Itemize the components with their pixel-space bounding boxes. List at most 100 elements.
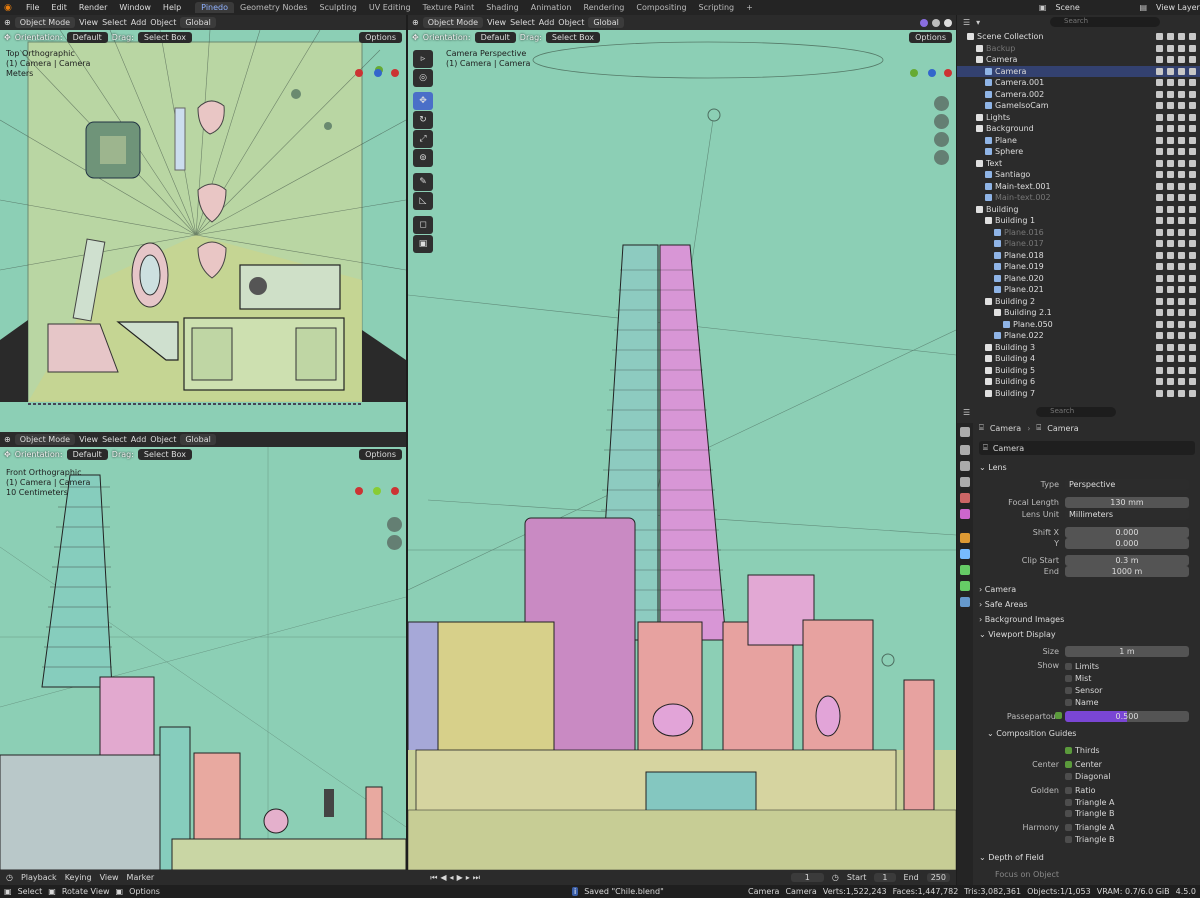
top-ortho-viewport[interactable]: ✥ Orientation: Default Drag: Select Box … — [0, 30, 406, 432]
playback-controls[interactable]: ⏮◀◂▶▸⏭ — [430, 873, 483, 883]
visibility-toggles[interactable] — [1156, 113, 1196, 121]
exclude-checkbox-icon[interactable] — [1156, 389, 1163, 397]
scene-selector[interactable]: Scene — [1049, 3, 1139, 12]
visibility-toggles[interactable] — [1156, 67, 1196, 75]
exclude-checkbox-icon[interactable] — [1156, 159, 1163, 167]
select-arrow-icon[interactable] — [1167, 263, 1174, 270]
eye-icon[interactable] — [1178, 33, 1185, 40]
golden-triangle-b-checkbox[interactable]: Triangle B — [1065, 809, 1114, 818]
visibility-toggles[interactable] — [1156, 228, 1196, 236]
select-arrow-icon[interactable] — [1167, 56, 1174, 63]
exclude-checkbox-icon[interactable] — [1156, 205, 1163, 213]
render-camera-icon[interactable] — [1189, 113, 1196, 121]
exclude-checkbox-icon[interactable] — [1156, 263, 1163, 270]
render-camera-icon[interactable] — [1189, 263, 1196, 270]
tab-geometry-nodes[interactable]: Geometry Nodes — [234, 2, 313, 13]
depth-of-field-panel-header[interactable]: ⌄ Depth of Field — [979, 853, 1044, 862]
passepartout-checkbox[interactable] — [1055, 712, 1062, 719]
harmony-triangle-b-checkbox[interactable]: Triangle B — [1065, 835, 1114, 844]
render-camera-icon[interactable] — [1189, 102, 1196, 109]
eye-icon[interactable] — [1178, 343, 1185, 351]
output-tab-icon[interactable] — [960, 461, 970, 471]
select-arrow-icon[interactable] — [1167, 148, 1174, 155]
select-arrow-icon[interactable] — [1167, 182, 1174, 190]
visibility-toggles[interactable] — [1156, 309, 1196, 316]
eye-icon[interactable] — [1178, 102, 1185, 109]
eye-icon[interactable] — [1178, 44, 1185, 52]
eye-icon[interactable] — [1178, 56, 1185, 63]
select-arrow-icon[interactable] — [1167, 378, 1174, 385]
shift-x-field[interactable]: 0.000 — [1065, 527, 1189, 538]
render-camera-icon[interactable] — [1189, 125, 1196, 132]
editor-type-icon[interactable]: ⊕ — [4, 18, 11, 27]
lens-panel-header[interactable]: ⌄ Lens — [979, 463, 1007, 472]
eye-icon[interactable] — [1178, 240, 1185, 247]
select-arrow-icon[interactable] — [1167, 79, 1174, 86]
timeline-view-menu[interactable]: View — [100, 873, 119, 882]
object-menu[interactable]: Object — [150, 18, 176, 27]
menu-window[interactable]: Window — [113, 3, 157, 12]
world-tab-icon[interactable] — [960, 509, 970, 519]
visibility-toggles[interactable] — [1156, 355, 1196, 362]
eye-icon[interactable] — [1178, 320, 1185, 328]
zoom-button[interactable] — [387, 517, 402, 532]
object-tab-icon[interactable] — [960, 533, 970, 543]
visibility-toggles[interactable] — [1156, 378, 1196, 385]
eye-icon[interactable] — [1178, 90, 1185, 98]
outliner-row[interactable]: Main-text.002 — [957, 192, 1200, 203]
select-arrow-icon[interactable] — [1167, 113, 1174, 121]
focal-length-field[interactable]: 130 mm — [1065, 497, 1189, 508]
visibility-toggles[interactable] — [1156, 90, 1196, 98]
shift-y-field[interactable]: 0.000 — [1065, 538, 1189, 549]
editor-type-icon[interactable]: ⊕ — [412, 18, 419, 27]
add-workspace-button[interactable]: + — [740, 2, 759, 13]
safe-areas-panel-header[interactable]: › Safe Areas — [979, 600, 1028, 609]
lens-unit-dropdown[interactable]: Millimeters — [1065, 509, 1189, 520]
select-menu[interactable]: Select — [102, 435, 127, 444]
outliner-row[interactable]: Plane.022 — [957, 330, 1200, 341]
visibility-toggles[interactable] — [1156, 125, 1196, 132]
golden-ratio-checkbox[interactable]: Ratio — [1065, 786, 1096, 795]
current-frame-field[interactable]: 1 — [790, 873, 824, 882]
tool-tab-icon[interactable] — [960, 427, 970, 437]
options-dropdown[interactable]: Options — [909, 31, 952, 43]
render-camera-icon[interactable] — [1189, 136, 1196, 144]
camera-tool[interactable]: ▣ — [413, 235, 433, 253]
diagonal-checkbox[interactable]: Diagonal — [1065, 772, 1110, 781]
select-arrow-icon[interactable] — [1167, 332, 1174, 339]
outliner-row[interactable]: Santiago — [957, 169, 1200, 180]
exclude-checkbox-icon[interactable] — [1156, 125, 1163, 132]
eye-icon[interactable] — [1178, 366, 1185, 374]
outliner-row[interactable]: Building 1 — [957, 215, 1200, 226]
eye-icon[interactable] — [1178, 251, 1185, 259]
select-arrow-icon[interactable] — [1167, 309, 1174, 316]
view-layer-selector[interactable]: View Layer — [1150, 3, 1200, 12]
transform-gizmo-icon[interactable]: ✥ — [4, 450, 11, 459]
outliner-row[interactable]: Camera — [957, 54, 1200, 65]
select-arrow-icon[interactable] — [1167, 125, 1174, 132]
exclude-checkbox-icon[interactable] — [1156, 67, 1163, 75]
select-arrow-icon[interactable] — [1167, 366, 1174, 374]
visibility-toggles[interactable] — [1156, 286, 1196, 293]
clip-end-field[interactable]: 1000 m — [1065, 566, 1189, 577]
eye-icon[interactable] — [1178, 148, 1185, 155]
visibility-toggles[interactable] — [1156, 389, 1196, 397]
eye-icon[interactable] — [1178, 332, 1185, 339]
render-camera-icon[interactable] — [1189, 159, 1196, 167]
physics-tab-icon[interactable] — [960, 565, 970, 575]
exclude-checkbox-icon[interactable] — [1156, 251, 1163, 259]
select-arrow-icon[interactable] — [1167, 205, 1174, 213]
outliner-row[interactable]: Plane.020 — [957, 273, 1200, 284]
add-cube-tool[interactable]: ◻ — [413, 216, 433, 234]
tab-uv-editing[interactable]: UV Editing — [363, 2, 417, 13]
visibility-toggles[interactable] — [1156, 102, 1196, 109]
select-arrow-icon[interactable] — [1167, 251, 1174, 259]
select-arrow-icon[interactable] — [1167, 171, 1174, 178]
add-menu[interactable]: Add — [131, 18, 147, 27]
render-camera-icon[interactable] — [1189, 33, 1196, 40]
options-dropdown[interactable]: Options — [359, 31, 402, 43]
visibility-toggles[interactable] — [1156, 251, 1196, 259]
eye-icon[interactable] — [1178, 113, 1185, 121]
outliner-row[interactable]: Plane — [957, 135, 1200, 146]
outliner-row[interactable]: GameIsoCam — [957, 100, 1200, 111]
